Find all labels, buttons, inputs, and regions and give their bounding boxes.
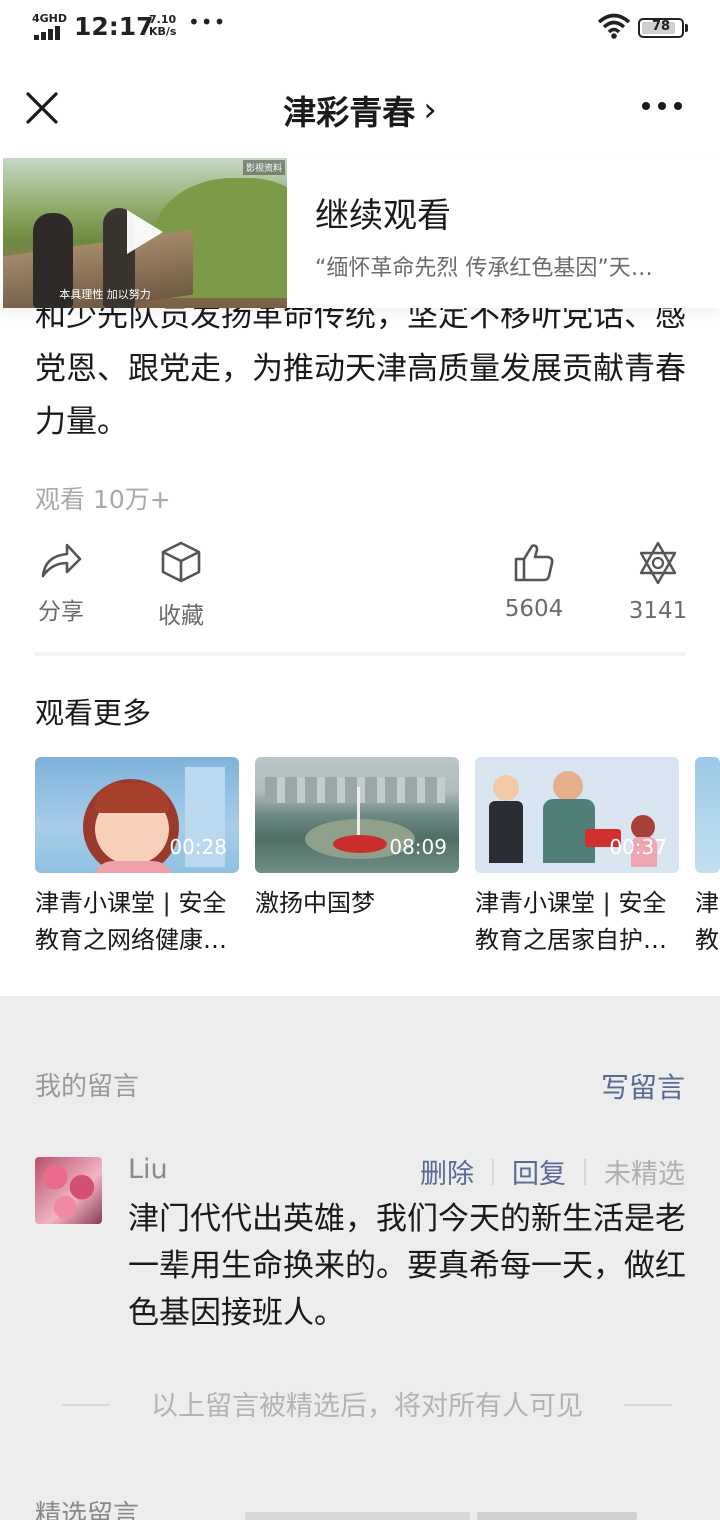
recommended-video[interactable]: 00:28 津青小课堂 | 安全教育之网络健康… [35, 757, 239, 959]
chevron-right-icon: › [423, 90, 437, 130]
star-of-david-icon [639, 541, 677, 585]
video-title: 激扬中国梦 [255, 889, 375, 917]
share-label: 分享 [38, 599, 84, 625]
video-title: 津教 [695, 889, 719, 954]
speed-unit: KB/s [149, 25, 177, 38]
avatar [35, 1157, 102, 1224]
nav-bar: 津彩青春 › [0, 58, 720, 158]
play-icon[interactable] [127, 210, 163, 254]
signal-icon [34, 26, 64, 40]
share-icon [41, 543, 82, 578]
recommended-video[interactable]: 08:09 激扬中国梦 [255, 757, 459, 959]
like-count: 5604 [504, 596, 564, 622]
network-speed: 7.10 KB/s [149, 14, 176, 38]
battery-icon: 78 [638, 18, 684, 38]
comment-text: 津门代代出英雄，我们今天的新生活是老一辈用生命换来的。要真希每一天，做红色基因接… [128, 1201, 686, 1331]
more-videos-title: 观看更多 [35, 696, 152, 730]
separator [584, 1158, 586, 1185]
video-duration: 08:09 [389, 835, 447, 859]
thumbnail-caption: 本具理性 加以努力 [59, 288, 151, 301]
video-thumbnail[interactable] [695, 757, 720, 873]
continue-video-title: “缅怀革命先烈 传承红色基因”天… [315, 256, 653, 281]
action-bar: 分享 收藏 5604 3141 [0, 540, 720, 640]
video-thumbnail[interactable]: 00:28 [35, 757, 239, 873]
reply-button[interactable]: 回复 [512, 1152, 566, 1191]
network-type: 4GHD [32, 12, 68, 25]
selection-notice: 以上留言被精选后，将对所有人可见 [62, 1384, 672, 1423]
favorite-button[interactable]: 收藏 [131, 540, 231, 630]
favorite-label: 收藏 [158, 603, 204, 629]
share-button[interactable]: 分享 [11, 540, 111, 626]
comments-section: 我的留言 写留言 Liu 删除 回复 未精选 津门代代出英雄，我们今天的新生活是… [0, 996, 720, 1520]
my-comments-label: 我的留言 [35, 1072, 140, 1102]
recommended-video[interactable]: 00:37 津青小课堂 | 安全教育之居家自护… [475, 757, 679, 959]
wow-count: 3141 [628, 598, 688, 624]
comment-author: Liu [128, 1154, 168, 1185]
thumbs-up-icon [514, 544, 554, 582]
video-thumbnail[interactable]: 00:37 [475, 757, 679, 873]
selected-comments-preview [245, 1512, 695, 1520]
cube-icon [161, 541, 201, 583]
view-count: 观看 10万+ [35, 485, 171, 514]
selection-status: 未精选 [604, 1159, 685, 1190]
account-name: 津彩青春 [283, 93, 416, 132]
separator [492, 1158, 494, 1185]
notification-dots: ••• [188, 10, 227, 34]
divider [35, 652, 685, 656]
thumbnail-tag: 影视资料 [242, 160, 285, 175]
recommended-video[interactable]: 津教 [695, 757, 720, 959]
account-title[interactable]: 津彩青春 › [0, 86, 720, 134]
video-thumbnail[interactable]: 08:09 [255, 757, 459, 873]
write-comment-button[interactable]: 写留言 [601, 1066, 685, 1106]
delete-button[interactable]: 删除 [420, 1152, 474, 1191]
video-title: 津青小课堂 | 安全教育之居家自护… [475, 889, 667, 954]
video-thumbnail[interactable]: 影视资料 本具理性 加以努力 [3, 158, 287, 308]
continue-watching-label: 继续观看 [315, 196, 451, 236]
wow-button[interactable]: 3141 [608, 540, 708, 624]
video-duration: 00:28 [169, 835, 227, 859]
article-paragraph: 和少先队员发扬革命传统，坚定不移听党话、感党恩、跟党走，为推动天津高质量发展贡献… [35, 298, 686, 440]
status-bar: 4GHD 12:17 7.10 KB/s ••• 78 [0, 0, 720, 58]
continue-watching-card[interactable]: 影视资料 本具理性 加以努力 继续观看 “缅怀革命先烈 传承红色基因”天… [0, 158, 720, 308]
more-icon[interactable] [640, 98, 684, 114]
video-duration: 00:37 [609, 835, 667, 859]
clock: 12:17 [74, 12, 154, 41]
wifi-icon [597, 13, 631, 39]
like-button[interactable]: 5604 [484, 540, 584, 622]
video-title: 津青小课堂 | 安全教育之网络健康… [35, 889, 227, 954]
battery-level: 78 [651, 19, 671, 34]
comment-actions: 删除 回复 未精选 [420, 1152, 685, 1191]
selected-comments-label: 精选留言 [35, 1500, 140, 1520]
